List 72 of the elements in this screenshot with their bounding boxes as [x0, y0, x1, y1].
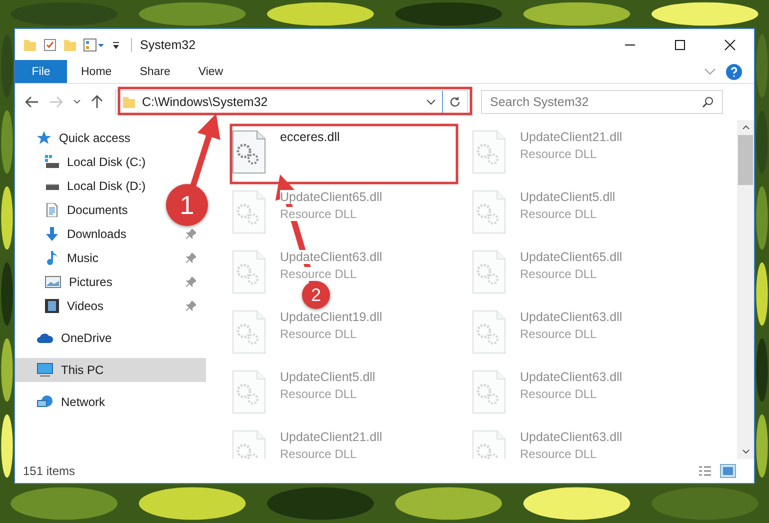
monitor-icon: [37, 363, 53, 377]
refresh-icon[interactable]: [449, 96, 461, 108]
ribbon-tab[interactable]: Share: [126, 60, 184, 83]
gear-file-icon: [472, 190, 506, 234]
sidebar-item[interactable]: Local Disk (D:): [15, 174, 156, 198]
chevron-icon[interactable]: [73, 99, 81, 105]
gear-file-icon: [232, 250, 266, 294]
file-type: Resource DLL: [280, 327, 357, 341]
file-type: Resource DLL: [520, 267, 597, 281]
gear-file-icon: [472, 130, 506, 174]
search-field[interactable]: Search System32: [481, 90, 723, 114]
sidebar-item[interactable]: Quick access: [15, 126, 140, 150]
address-bar[interactable]: C:\Windows\System32: [115, 90, 468, 114]
gear-file-icon: [232, 370, 266, 414]
file-type: Resource DLL: [280, 447, 357, 459]
help-icon[interactable]: [726, 64, 742, 80]
details-view-icon[interactable]: [698, 465, 712, 477]
sidebar-item[interactable]: Network: [15, 390, 116, 414]
item-count: 151 items: [23, 464, 76, 478]
file-type: Resource DLL: [280, 267, 357, 281]
file-name[interactable]: ecceres.dll: [280, 130, 340, 144]
file-type: Resource DLL: [520, 147, 597, 161]
network-icon: [37, 395, 53, 409]
gear-file-icon: [472, 250, 506, 294]
pin-icon[interactable]: [186, 253, 196, 263]
address-path: C:\Windows\System32: [142, 95, 269, 109]
file-type: Resource DLL: [280, 387, 357, 401]
chevron-icon[interactable]: [426, 99, 436, 105]
gear-file-icon: [232, 190, 266, 234]
properties-icon[interactable]: [83, 38, 105, 52]
gear-file-icon: [232, 130, 266, 174]
folder-icon: [122, 95, 136, 109]
up-icon[interactable]: [91, 95, 103, 109]
film-icon: [45, 299, 59, 313]
checklist-icon[interactable]: [43, 38, 57, 52]
file-type: Resource DLL: [520, 207, 597, 221]
cloud-icon: [37, 332, 53, 344]
file-type: Resource DLL: [280, 207, 357, 221]
search-icon: [702, 96, 714, 108]
file-type: Resource DLL: [520, 387, 597, 401]
scroll-down-icon[interactable]: [742, 449, 750, 454]
document-icon: [45, 203, 59, 217]
file-type: Resource DLL: [520, 447, 597, 459]
window-title: System32: [131, 38, 614, 52]
download-icon: [45, 227, 59, 241]
file-tab[interactable]: File: [15, 60, 67, 83]
file-type: Resource DLL: [520, 327, 597, 341]
close-icon[interactable]: [724, 38, 736, 50]
picture-icon: [45, 275, 61, 289]
gear-file-icon: [472, 310, 506, 354]
pin-icon[interactable]: [186, 301, 196, 311]
sidebar-item[interactable]: OneDrive: [15, 326, 122, 350]
pin-icon[interactable]: [186, 229, 196, 239]
gear-file-icon: [232, 310, 266, 354]
scrollbar-thumb[interactable]: [738, 135, 753, 185]
maximize-icon[interactable]: [674, 38, 686, 50]
music-note-icon: [45, 251, 59, 265]
star-icon: [37, 131, 51, 145]
sidebar-item[interactable]: This PC: [15, 358, 206, 382]
sidebar-item[interactable]: Music: [15, 246, 206, 270]
sidebar-item[interactable]: Documents: [15, 198, 138, 222]
drive-icon: [45, 155, 59, 169]
scroll-up-icon[interactable]: [742, 125, 750, 130]
pin-icon[interactable]: [186, 277, 196, 287]
tiles-view-icon[interactable]: [720, 464, 736, 478]
ribbon-tab[interactable]: Home: [67, 60, 126, 83]
sidebar-item[interactable]: Videos: [15, 294, 206, 318]
gear-file-icon: [472, 370, 506, 414]
back-icon[interactable]: [25, 96, 39, 108]
ribbon-tab[interactable]: View: [184, 60, 238, 83]
sidebar-item[interactable]: Pictures: [15, 270, 206, 294]
sidebar-item[interactable]: Local Disk (C:): [15, 150, 156, 174]
